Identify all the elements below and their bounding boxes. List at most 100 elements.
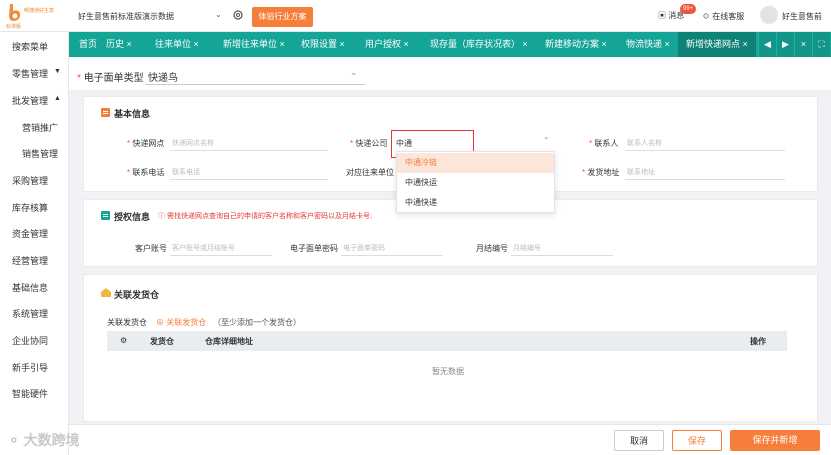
- tab-next-icon[interactable]: ▶: [776, 32, 794, 57]
- tab-stock[interactable]: 现存量（库存状况表） ×: [430, 32, 528, 57]
- save-and-new-button[interactable]: 保存并新增: [730, 430, 820, 451]
- express-company-input[interactable]: 中通: [396, 138, 412, 149]
- sidebar-item-funds[interactable]: 资金管理: [12, 227, 48, 240]
- divider: [341, 255, 443, 256]
- chevron-down-icon[interactable]: ⌄: [215, 10, 222, 19]
- add-warehouse-link[interactable]: ⊕ 关联发货仓: [156, 317, 206, 328]
- column-settings-icon[interactable]: ⚙: [120, 336, 127, 345]
- contact-label: * 联系人: [589, 139, 619, 148]
- column-address: 仓库详细地址: [205, 337, 253, 346]
- divider: [145, 84, 365, 85]
- save-button[interactable]: 保存: [672, 430, 722, 451]
- tab-partners[interactable]: 往来单位 ×: [155, 32, 199, 57]
- headset-icon: ☉: [702, 12, 710, 21]
- logo-text: 畅捷通好生意: [24, 8, 55, 14]
- sidebar-item-guide[interactable]: 新手引导: [12, 361, 48, 374]
- waybill-type-row: * 电子面单类型 快递鸟 ⌄: [69, 57, 831, 91]
- divider: [170, 179, 328, 180]
- cancel-button[interactable]: 取消: [614, 430, 664, 451]
- waybill-type-label: * 电子面单类型: [77, 73, 144, 84]
- sidebar-item-purchase[interactable]: 采购管理: [12, 174, 48, 187]
- address-label: * 发货地址: [582, 168, 620, 177]
- option-zto-express[interactable]: 中通快递: [397, 193, 554, 213]
- empty-state: 暂无数据: [432, 367, 464, 376]
- auth-card-icon: [101, 211, 110, 220]
- address-input[interactable]: 联系地址: [627, 167, 655, 177]
- company-selector[interactable]: 好生意售前标准版演示数据: [78, 11, 174, 22]
- tab-history[interactable]: 历史 ×: [106, 32, 132, 57]
- tab-bar: 首页 历史 × 往来单位 × 新增往来单位 × 权限设置 × 用户授权 × 现存…: [69, 32, 831, 57]
- column-actions: 操作: [750, 337, 766, 346]
- tab-new-express-point[interactable]: 新增快递网点 ×: [678, 32, 756, 57]
- fullscreen-icon[interactable]: ⛶: [812, 32, 830, 57]
- tab-logistics[interactable]: 物流快递 ×: [626, 32, 670, 57]
- tab-new-partner[interactable]: 新增往来单位 ×: [223, 32, 285, 57]
- messages-badge: 99+: [680, 4, 697, 14]
- warehouse-card-icon: [101, 288, 111, 297]
- warehouse-title: 关联发货仓: [114, 290, 160, 300]
- monthly-input[interactable]: 月结编号: [513, 243, 541, 253]
- divider: [625, 150, 785, 151]
- express-point-label: * 快递网点: [127, 139, 165, 148]
- tab-home[interactable]: 首页: [79, 32, 97, 57]
- online-service-button[interactable]: ☉ 在线客服: [702, 11, 744, 22]
- warehouse-hint: （至少添加一个发货仓）: [213, 318, 301, 327]
- gear-icon[interactable]: [232, 9, 244, 21]
- sidebar-item-basic-info[interactable]: 基础信息: [12, 281, 48, 294]
- sidebar: 搜索菜单 零售管理 ▼ 批发管理 ▲ 营销推广 销售管理 采购管理 库存核算 资…: [0, 32, 69, 455]
- tab-mobile-plan[interactable]: 新建移动方案 ×: [545, 32, 607, 57]
- divider: [625, 179, 785, 180]
- sidebar-item-wholesale[interactable]: 批发管理: [12, 94, 48, 107]
- sidebar-item-system[interactable]: 系统管理: [12, 307, 48, 320]
- service-label: 在线客服: [712, 12, 745, 21]
- watermark-logo-icon: ⚬: [8, 432, 20, 448]
- sidebar-item-operations[interactable]: 经营管理: [12, 254, 48, 267]
- express-company-label: * 快递公司: [350, 139, 388, 148]
- auth-info-title: 授权信息: [114, 212, 151, 222]
- sidebar-item-retail[interactable]: 零售管理: [12, 67, 48, 80]
- avatar: [760, 6, 778, 24]
- caret-up-icon: ▲: [54, 95, 61, 102]
- sidebar-item-sales[interactable]: 销售管理: [22, 147, 58, 160]
- express-company-dropdown: 中通冷链 中通快运 中通快递: [396, 151, 555, 213]
- basic-info-title: 基本信息: [114, 109, 151, 119]
- chevron-up-icon[interactable]: ⌃: [543, 136, 550, 145]
- warehouse-table-header: ⚙ 发货仓 仓库详细地址 操作: [107, 331, 787, 351]
- sidebar-item-search[interactable]: 搜索菜单: [12, 40, 48, 53]
- close-all-icon[interactable]: ×: [794, 32, 812, 57]
- sidebar-item-inventory[interactable]: 库存核算: [12, 201, 48, 214]
- divider: [170, 150, 328, 151]
- waybill-type-value[interactable]: 快递鸟: [148, 69, 178, 84]
- footer-bar: 取消 保存 保存并新增: [69, 424, 831, 455]
- tab-user-auth[interactable]: 用户授权 ×: [365, 32, 409, 57]
- tab-prev-icon[interactable]: ◀: [758, 32, 776, 57]
- option-zto-cold-chain[interactable]: 中通冷链: [397, 153, 554, 173]
- option-zto-freight[interactable]: 中通快运: [397, 173, 554, 193]
- top-bar: 畅捷通好生意 标准版 好生意售前标准版演示数据 ⌄ 体验行业方案 ▣ 消息 99…: [0, 0, 831, 32]
- chevron-down-icon[interactable]: ⌄: [350, 67, 358, 78]
- tab-permissions[interactable]: 权限设置 ×: [301, 32, 345, 57]
- account-label: 客户账号: [135, 244, 167, 253]
- divider: [511, 255, 613, 256]
- trial-industry-button[interactable]: 体验行业方案: [252, 7, 313, 27]
- divider: [170, 255, 272, 256]
- warehouse-label: 关联发货仓: [107, 318, 147, 327]
- phone-input[interactable]: 联系电话: [172, 167, 200, 177]
- caret-down-icon: ▼: [54, 68, 61, 75]
- info-card-icon: [101, 108, 110, 117]
- sidebar-item-hardware[interactable]: 智能硬件: [12, 387, 48, 400]
- password-input[interactable]: 电子面单密码: [343, 243, 385, 253]
- column-warehouse: 发货仓: [150, 337, 174, 346]
- contact-input[interactable]: 联系人名称: [627, 138, 662, 148]
- password-label: 电子面单密码: [290, 244, 338, 253]
- sidebar-item-collab[interactable]: 企业协同: [12, 334, 48, 347]
- partner-label: 对应往来单位: [346, 168, 394, 177]
- sidebar-item-marketing[interactable]: 营销推广: [22, 121, 58, 134]
- logo-subtitle: 标准版: [6, 24, 22, 30]
- express-point-input[interactable]: 快递网点名称: [172, 138, 214, 148]
- account-input[interactable]: 客户账号或月结账号: [172, 243, 235, 253]
- watermark: ⚬ 大数跨境: [8, 432, 80, 448]
- phone-label: * 联系电话: [127, 168, 165, 177]
- auth-notice: ⓘ 需找快递网点查询自己的申请的客户名称和客户密码以及月结卡号;: [158, 213, 372, 220]
- app-logo: 畅捷通好生意 标准版: [6, 3, 68, 30]
